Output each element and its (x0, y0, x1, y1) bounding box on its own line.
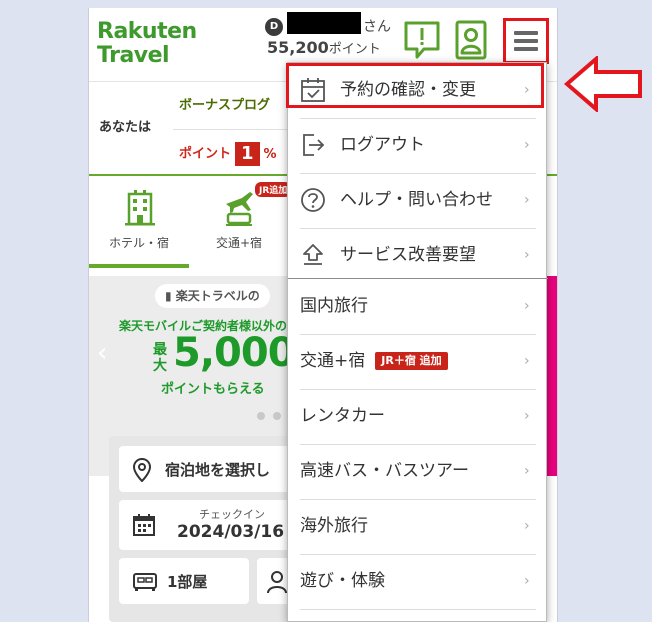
location-pin-icon (133, 458, 151, 482)
destination-placeholder: 宿泊地を選択し (165, 461, 271, 479)
hamburger-menu-button[interactable] (503, 18, 549, 64)
banner-tag: ▮ 楽天トラベルの (155, 284, 270, 308)
help-question-icon (301, 188, 325, 212)
carousel-dot[interactable] (273, 412, 281, 420)
banner-amount: 5,000 (173, 330, 296, 376)
chevron-right-icon: › (524, 463, 530, 479)
menu-item-label: レンタカー (300, 406, 385, 426)
jr-hotel-added-badge: JR＋宿 追加 (375, 352, 448, 370)
jr-added-badge: JR追加 (255, 182, 292, 197)
chevron-right-icon: › (524, 353, 530, 369)
menu-item-feedback[interactable]: サービス改善要望 › (288, 228, 548, 283)
menu-item-label: サービス改善要望 (340, 245, 476, 265)
menu-item-domestic[interactable]: 国内旅行 › (288, 279, 548, 334)
points-balance[interactable]: 55,200ポイント (267, 38, 381, 57)
member-info-icon[interactable] (455, 20, 493, 60)
bed-icon (133, 573, 157, 591)
banner-book-icon: ▮ (165, 289, 176, 303)
hamburger-dropdown-menu: 予約の確認・変更 › ログアウト › ヘルプ・問い合わせ › サービス改善要望 … (287, 62, 548, 622)
rooms-value: 1部屋 (167, 573, 208, 591)
left-arrow-annotation-icon (564, 56, 642, 112)
notification-icon[interactable] (403, 20, 441, 60)
user-name-redacted (287, 12, 361, 34)
menu-item-label: 交通+宿 JR＋宿 追加 (300, 334, 448, 389)
menu-item-rental-car[interactable]: レンタカー › (288, 389, 548, 444)
points-value: 55,200 (267, 38, 329, 57)
menu-item-label: 海外旅行 (300, 516, 368, 536)
hotel-icon (125, 190, 155, 226)
chevron-right-icon: › (524, 247, 530, 263)
menu-item-help[interactable]: ヘルプ・問い合わせ › (288, 173, 548, 228)
checkin-label: チェックイン (199, 508, 265, 521)
menu-item-label: ヘルプ・問い合わせ (340, 190, 493, 210)
calendar-icon (133, 514, 155, 536)
banner-get-text: ポイントもらえる (161, 382, 265, 397)
reservation-highlight-box (286, 63, 544, 108)
logout-icon (303, 134, 325, 156)
banner-prev-arrow[interactable]: ‹ (97, 338, 107, 368)
checkin-date-value: 2024/03/16 (177, 522, 285, 542)
person-icon (267, 571, 287, 594)
tab-transport-hotel-label: 交通+宿 (215, 236, 263, 250)
tab-hotel-label: ホテル・宿 (108, 236, 169, 250)
member-rank-badge: D (265, 18, 283, 36)
upload-arrow-icon (303, 244, 323, 265)
user-name-suffix: さん (363, 19, 391, 35)
menu-item-label: 遊び・体験 (300, 571, 385, 591)
tab-hotel[interactable]: ホテル・宿 (89, 176, 189, 268)
menu-item-bus[interactable]: 高速バス・バスツアー › (288, 444, 548, 499)
plane-train-icon (226, 192, 253, 226)
hamburger-icon (514, 31, 538, 51)
point-rate-number: 1 (235, 142, 260, 166)
chevron-right-icon: › (524, 408, 530, 424)
point-rate-label: ポイント (179, 146, 232, 162)
points-unit: ポイント (328, 42, 381, 57)
point-rate: ポイント 1% (179, 142, 277, 166)
chevron-right-icon: › (524, 192, 530, 208)
menu-divider (300, 609, 536, 610)
chevron-right-icon: › (524, 137, 530, 153)
menu-item-label: ログアウト (340, 135, 425, 155)
chevron-right-icon: › (524, 518, 530, 534)
menu-item-label: 国内旅行 (300, 296, 368, 316)
banner-max-label: 最大 (153, 342, 167, 374)
bonus-program-link[interactable]: ボーナスプログ (179, 94, 270, 113)
promo-label: あなたは (99, 120, 152, 135)
promo-divider (173, 129, 293, 130)
rakuten-travel-logo[interactable]: Rakuten Travel (97, 20, 197, 68)
carousel-dot[interactable] (257, 412, 265, 420)
rooms-field[interactable]: 1部屋 (119, 558, 249, 604)
menu-item-activities[interactable]: 遊び・体験 › (288, 554, 548, 609)
menu-item-label: 高速バス・バスツアー (300, 461, 469, 481)
chevron-right-icon: › (524, 573, 530, 589)
point-rate-percent: % (263, 146, 277, 162)
menu-item-logout[interactable]: ログアウト › (288, 118, 548, 173)
menu-item-overseas[interactable]: 海外旅行 › (288, 499, 548, 554)
carousel-dots (257, 412, 281, 420)
chevron-right-icon: › (524, 298, 530, 314)
menu-item-transport-hotel[interactable]: 交通+宿 JR＋宿 追加 › (288, 334, 548, 389)
